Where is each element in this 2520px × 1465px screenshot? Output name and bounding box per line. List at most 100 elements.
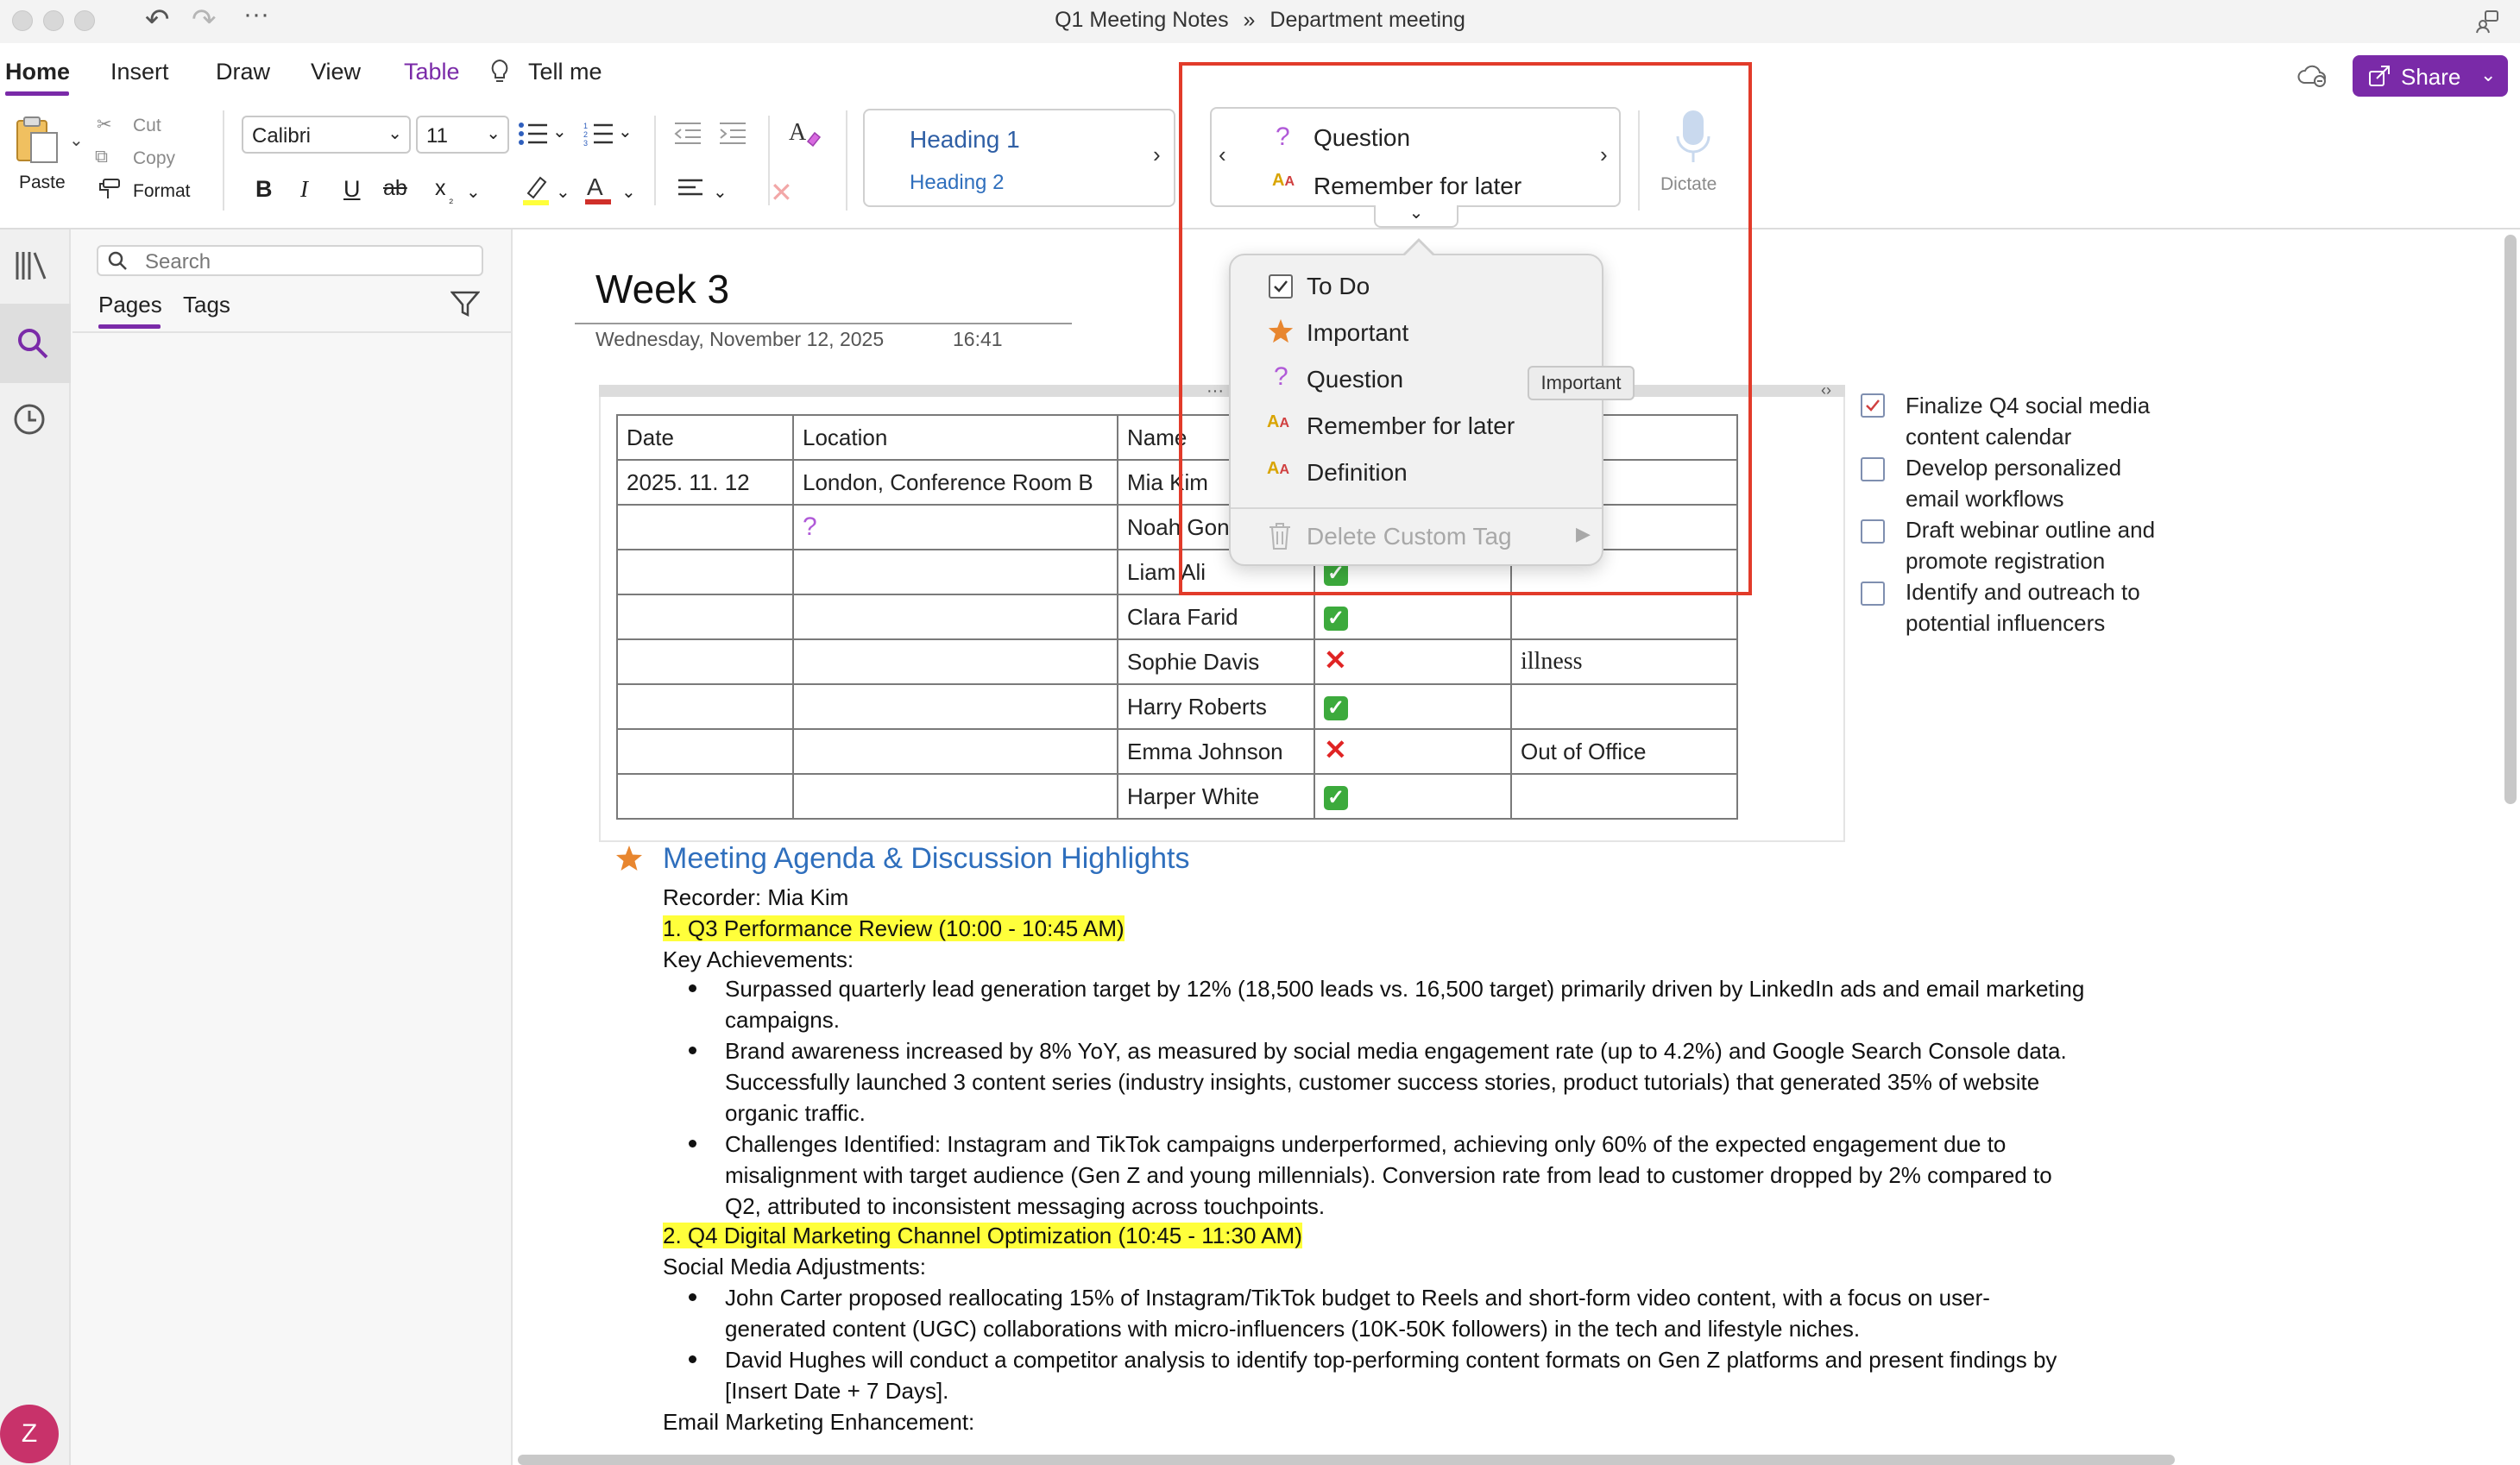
notes-bullet-line[interactable]: Brand awareness increased by 8% YoY, as …	[725, 1035, 2067, 1066]
cell-note[interactable]	[1510, 594, 1738, 640]
notes-bullet-line[interactable]: misalignment with target audience (Gen Z…	[725, 1160, 2052, 1191]
font-name-select[interactable]: Calibri ⌄	[242, 116, 411, 154]
cell-date[interactable]	[616, 638, 794, 685]
cell-location[interactable]	[792, 773, 1118, 820]
tab-draw[interactable]: Draw	[216, 59, 270, 85]
sync-cloud-icon[interactable]	[2296, 62, 2328, 92]
tab-insert[interactable]: Insert	[110, 59, 169, 85]
notes-email-enhancement[interactable]: Email Marketing Enhancement:	[663, 1406, 974, 1437]
style-heading-1[interactable]: Heading 1	[910, 126, 1020, 154]
chevron-down-icon[interactable]: ⌄	[552, 121, 567, 142]
cell-date[interactable]	[616, 549, 794, 595]
chevron-down-icon[interactable]: ⌄	[466, 181, 481, 203]
undo-icon[interactable]: ↶	[145, 5, 170, 35]
notes-bullet-line[interactable]: generated content (UGC) collaborations w…	[725, 1313, 1860, 1344]
paste-options-icon[interactable]: ⌄	[69, 129, 84, 151]
close-window-button[interactable]	[12, 10, 33, 31]
page-title[interactable]: Week 3	[595, 266, 729, 312]
todo-item[interactable]: Identify and outreach to potential influe…	[1906, 576, 2140, 638]
todo-item[interactable]: Develop personalized email workflows	[1906, 452, 2121, 514]
font-color-icon[interactable]: A	[583, 173, 613, 210]
cell-date[interactable]	[616, 773, 794, 820]
cut-button[interactable]: Cut	[133, 116, 161, 136]
todo-item[interactable]: Finalize Q4 social media content calendar	[1906, 390, 2150, 452]
cell-note[interactable]: Out of Office	[1510, 728, 1738, 775]
cell-name[interactable]: Harry Roberts	[1117, 683, 1315, 730]
share-button[interactable]: Share ⌄	[2353, 55, 2508, 97]
cell-status[interactable]: ✓	[1314, 773, 1512, 820]
paste-icon[interactable]	[14, 114, 60, 170]
paste-button[interactable]: Paste	[19, 173, 66, 193]
italic-button[interactable]: I	[300, 176, 308, 203]
todo-checkbox[interactable]	[1861, 457, 1885, 481]
resize-handle-icon[interactable]: ‹›	[1821, 381, 1831, 399]
tab-pages[interactable]: Pages	[98, 292, 162, 318]
cell-location[interactable]	[792, 728, 1118, 775]
notes-bullet-line[interactable]: Surpassed quarterly lead generation targ…	[725, 973, 2084, 1004]
decrease-indent-icon[interactable]	[673, 121, 702, 149]
cut-icon[interactable]: ✂	[97, 114, 112, 135]
cell-note[interactable]: illness	[1510, 638, 1738, 685]
chevron-down-icon[interactable]: ⌄	[618, 121, 633, 142]
todo-checkbox-checked[interactable]	[1861, 393, 1885, 418]
clear-formatting-icon[interactable]: A	[789, 117, 822, 151]
horizontal-scrollbar[interactable]	[518, 1455, 2175, 1465]
notes-recorder[interactable]: Recorder: Mia Kim	[663, 882, 848, 913]
tell-me-button[interactable]: Tell me	[528, 59, 602, 85]
chevron-right-icon[interactable]: ›	[1153, 141, 1161, 168]
cell-status[interactable]: ✓	[1314, 594, 1512, 640]
underline-button[interactable]: U	[343, 176, 361, 203]
notes-bullet-line[interactable]: organic traffic.	[725, 1097, 866, 1129]
format-painter-button[interactable]: Format	[133, 181, 191, 202]
notes-section-2[interactable]: 2. Q4 Digital Marketing Channel Optimiza…	[663, 1220, 1302, 1251]
cell-name[interactable]: Sophie Davis	[1117, 638, 1315, 685]
delete-icon[interactable]: ✕	[770, 176, 793, 209]
avatar[interactable]: Z	[0, 1405, 59, 1463]
styles-gallery[interactable]: Heading 1 Heading 2 ›	[863, 109, 1175, 207]
notes-social-adjustments[interactable]: Social Media Adjustments:	[663, 1251, 926, 1282]
cell-name[interactable]: Emma Johnson	[1117, 728, 1315, 775]
notes-section-1[interactable]: 1. Q3 Performance Review (10:00 - 10:45 …	[663, 913, 1125, 944]
chevron-down-icon[interactable]: ⌄	[713, 181, 728, 203]
cell-name[interactable]: Clara Farid	[1117, 594, 1315, 640]
cell-location[interactable]	[792, 683, 1118, 730]
cell-status[interactable]: ✕	[1314, 728, 1512, 775]
copy-button[interactable]: Copy	[133, 148, 175, 169]
notes-heading[interactable]: Meeting Agenda & Discussion Highlights	[663, 842, 1189, 876]
minimize-window-button[interactable]	[43, 10, 64, 31]
notebooks-icon[interactable]	[14, 250, 48, 286]
recent-icon[interactable]	[12, 402, 47, 441]
todo-item[interactable]: Draft webinar outline and promote registr…	[1906, 514, 2155, 576]
cell-location[interactable]	[792, 594, 1118, 640]
notes-bullet-line[interactable]: Q2, attributed to inconsistent messaging…	[725, 1191, 1325, 1222]
align-icon[interactable]	[677, 178, 704, 204]
chevron-down-icon[interactable]: ⌄	[556, 181, 570, 203]
cell-date[interactable]	[616, 683, 794, 730]
cell-note[interactable]	[1510, 773, 1738, 820]
cell-location[interactable]	[792, 638, 1118, 685]
header-date[interactable]: Date	[616, 414, 794, 461]
cell-date[interactable]	[616, 594, 794, 640]
notes-key-achievements[interactable]: Key Achievements:	[663, 944, 854, 975]
notes-bullet-line[interactable]: Successfully launched 3 content series (…	[725, 1066, 2039, 1097]
zoom-window-button[interactable]	[74, 10, 95, 31]
cell-location[interactable]: ?	[792, 504, 1118, 550]
notes-bullet-line[interactable]: [Insert Date + 7 Days].	[725, 1375, 948, 1406]
subscript-button[interactable]: x	[435, 176, 446, 201]
cell-location[interactable]	[792, 549, 1118, 595]
notes-bullet-line[interactable]: Challenges Identified: Instagram and Tik…	[725, 1129, 2006, 1160]
vertical-scrollbar[interactable]	[2504, 235, 2517, 804]
copy-icon[interactable]: ⧉	[95, 147, 108, 167]
strikethrough-button[interactable]: ab	[383, 176, 407, 201]
font-size-select[interactable]: 11 ⌄	[416, 116, 509, 154]
cell-status[interactable]: ✓	[1314, 683, 1512, 730]
cell-status[interactable]: ✕	[1314, 638, 1512, 685]
more-icon[interactable]: ···	[243, 2, 269, 28]
tab-table[interactable]: Table	[404, 59, 460, 85]
cell-date[interactable]	[616, 728, 794, 775]
highlighter-icon[interactable]	[521, 174, 551, 210]
chevron-down-icon[interactable]: ⌄	[621, 181, 636, 203]
nav-search-selected[interactable]	[0, 304, 71, 383]
style-heading-2[interactable]: Heading 2	[910, 171, 1004, 195]
share-chevron-icon[interactable]: ⌄	[2480, 64, 2496, 86]
